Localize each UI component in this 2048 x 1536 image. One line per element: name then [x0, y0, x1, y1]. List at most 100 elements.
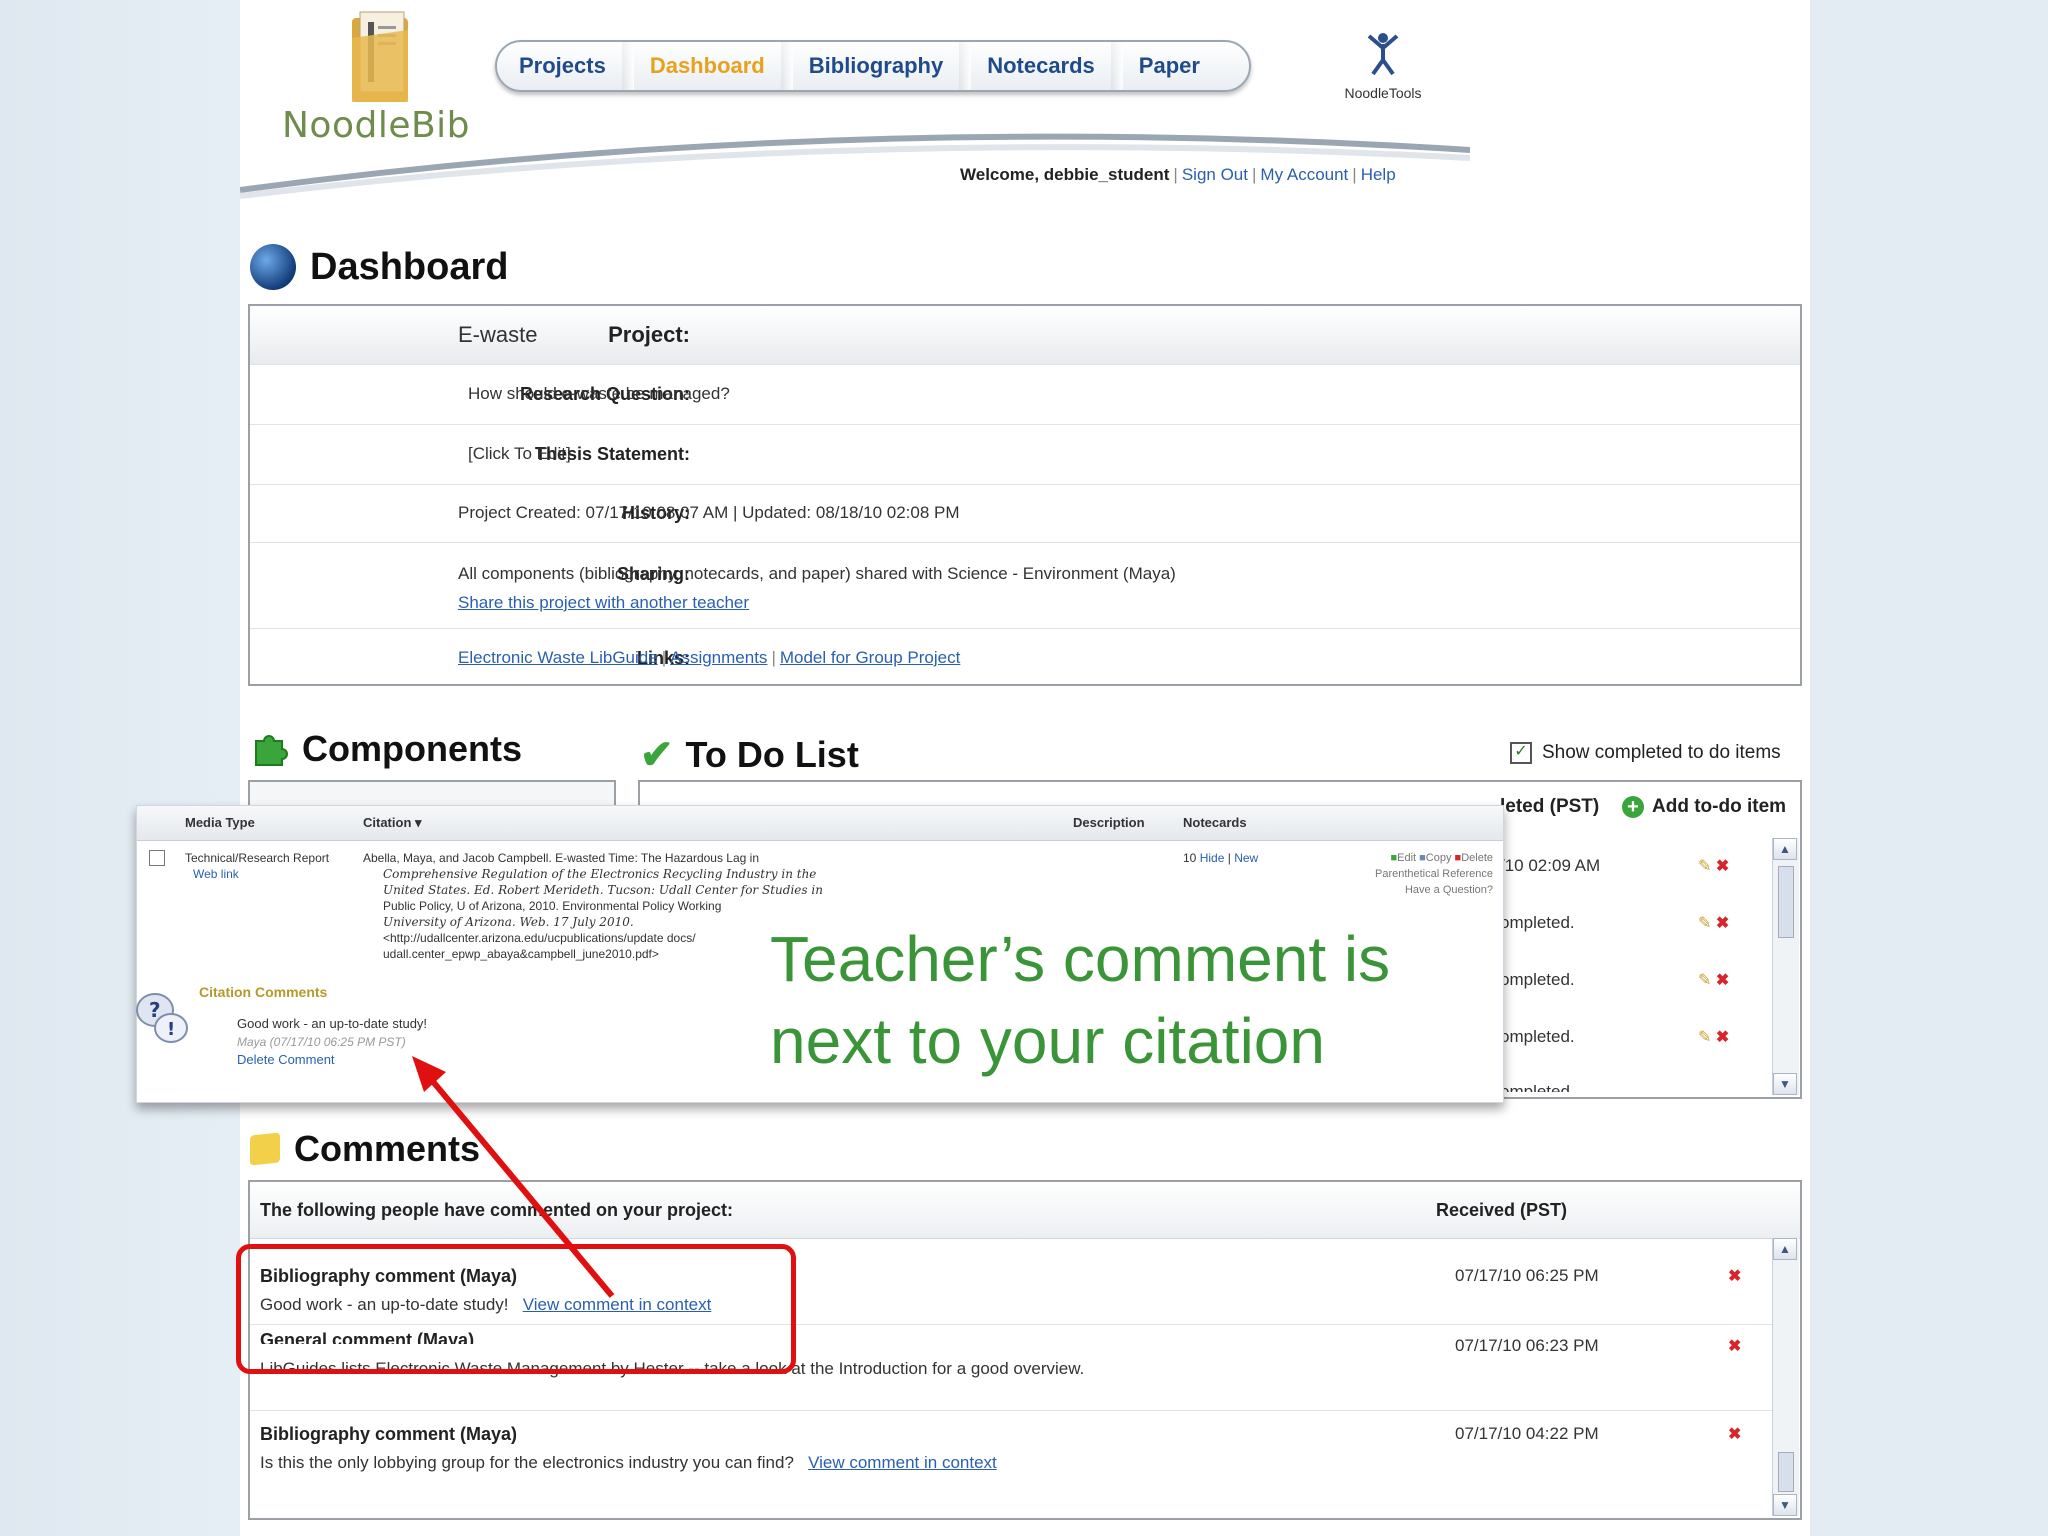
- my-account-link[interactable]: My Account: [1260, 165, 1348, 184]
- research-question-value[interactable]: How should e-waste be managed?: [468, 384, 730, 404]
- edit-action[interactable]: Edit: [1397, 852, 1416, 864]
- todo-completed-header: leted (PST): [1500, 796, 1600, 817]
- web-link[interactable]: Web link: [193, 866, 239, 882]
- citation-line: University of Arizona. Web. 17 July 2010…: [383, 915, 634, 929]
- citation-select-checkbox[interactable]: [149, 850, 165, 866]
- col-media-type[interactable]: Media Type: [185, 815, 255, 830]
- thesis-row: Thesis Statement: [Click To Edit]: [250, 424, 1800, 485]
- comment-item: Bibliography comment (Maya) Is this the …: [250, 1410, 1772, 1496]
- comments-header-row: The following people have commented on y…: [250, 1182, 1800, 1239]
- bibliography-table-header: Media Type Citation ▾ Description Noteca…: [137, 806, 1503, 841]
- delete-comment-x-icon[interactable]: ✖: [1728, 1424, 1741, 1444]
- history-value: Project Created: 07/17/10 08:07 AM | Upd…: [458, 503, 960, 522]
- comments-header-received: Received (PST): [1436, 1200, 1568, 1220]
- dashboard-title: Dashboard: [310, 245, 509, 288]
- parenthetical-reference-link[interactable]: Parenthetical Reference: [1343, 866, 1493, 882]
- main-nav: Projects Dashboard Bibliography Notecard…: [495, 40, 1251, 92]
- research-question-row: Research Question: How should e-waste be…: [250, 364, 1800, 425]
- scroll-down-icon[interactable]: ▼: [1773, 1073, 1797, 1095]
- dashboard-heading: Dashboard: [250, 244, 508, 290]
- links-row: Links: Electronic Waste LibGuide | Assignm…: [250, 628, 1800, 684]
- pencil-icon[interactable]: ✎: [1698, 915, 1711, 932]
- col-citation[interactable]: Citation ▾: [363, 815, 422, 831]
- links-list: Electronic Waste LibGuide | Assignments | Mo…: [458, 648, 961, 667]
- delete-x-icon[interactable]: ✖: [1716, 1029, 1729, 1046]
- delete-comment-x-icon[interactable]: ✖: [1728, 1336, 1741, 1356]
- scroll-thumb[interactable]: [1778, 1452, 1794, 1492]
- comment-date: 07/17/10 06:25 PM: [1455, 1266, 1599, 1285]
- delete-x-icon[interactable]: ✖: [1716, 972, 1729, 989]
- comments-header-left: The following people have commented on y…: [260, 1200, 734, 1220]
- nav-dashboard[interactable]: Dashboard: [628, 42, 793, 90]
- help-link[interactable]: Help: [1361, 165, 1396, 184]
- delete-x-icon[interactable]: ✖: [1716, 858, 1729, 875]
- nav-notecards-label: Notecards: [987, 53, 1095, 78]
- citation-comments-title: Citation Comments: [199, 984, 328, 1000]
- citation-actions: ■Edit ■Copy ■Delete Parenthetical Refere…: [1343, 850, 1493, 898]
- project-name[interactable]: E-waste: [458, 322, 537, 348]
- nav-notecards[interactable]: Notecards: [965, 42, 1123, 90]
- checkmark-icon: ✔: [640, 733, 674, 777]
- sign-out-link[interactable]: Sign Out: [1182, 165, 1248, 184]
- citation-text: Abella, Maya, and Jacob Campbell. E-wast…: [363, 850, 833, 962]
- citation-line: Abella, Maya, and Jacob Campbell. E-wast…: [363, 851, 759, 865]
- delete-comment-link[interactable]: Delete Comment: [237, 1052, 335, 1068]
- copy-action[interactable]: Copy: [1426, 852, 1452, 864]
- todo-row: ompleted.: [1500, 913, 1575, 932]
- hide-notecards-link[interactable]: Hide: [1200, 851, 1225, 865]
- scroll-up-icon[interactable]: ▲: [1773, 1238, 1797, 1260]
- components-heading: Components: [250, 728, 522, 770]
- show-completed-toggle[interactable]: ✓ Show completed to do items: [1510, 742, 1781, 764]
- thesis-value[interactable]: [Click To Edit]: [468, 444, 571, 464]
- sharing-value: All components (bibliography, notecards,…: [458, 564, 1176, 583]
- citation-line: Public Policy, U of Arizona, 2010. Envir…: [383, 899, 722, 913]
- delete-x-icon[interactable]: ✖: [1716, 915, 1729, 932]
- svg-text:!: !: [167, 1019, 175, 1040]
- noodletools-label: NoodleTools: [1344, 85, 1422, 101]
- share-project-link[interactable]: Share this project with another teacher: [458, 593, 749, 613]
- pencil-icon[interactable]: ✎: [1698, 858, 1711, 875]
- todo-actions: ✎ ✖: [1698, 1027, 1729, 1047]
- scroll-down-icon[interactable]: ▼: [1773, 1494, 1797, 1516]
- delete-action[interactable]: Delete: [1461, 852, 1493, 864]
- model-group-project-link[interactable]: Model for Group Project: [780, 648, 960, 667]
- show-completed-label: Show completed to do items: [1542, 742, 1781, 763]
- callout-text: Teacher’s comment is next to your citati…: [770, 918, 1390, 1082]
- todo-row: ompleted.: [1500, 1027, 1575, 1046]
- delete-comment-x-icon[interactable]: ✖: [1728, 1266, 1741, 1286]
- new-notecard-link[interactable]: New: [1234, 851, 1258, 865]
- noodlebib-logo[interactable]: NoodleBib: [282, 105, 470, 146]
- pencil-icon[interactable]: ✎: [1698, 1029, 1711, 1046]
- scroll-thumb[interactable]: [1778, 866, 1794, 938]
- show-completed-checkbox[interactable]: ✓: [1510, 742, 1532, 764]
- todo-scrollbar[interactable]: ▲ ▼: [1772, 838, 1799, 1095]
- comments-heading: Comments: [250, 1128, 480, 1170]
- view-comment-in-context-link[interactable]: View comment in context: [808, 1453, 997, 1472]
- citation-line: Comprehensive Regulation of the Electron…: [383, 867, 817, 881]
- add-todo-label: Add to-do item: [1652, 796, 1787, 817]
- assignments-link[interactable]: Assignments: [670, 648, 767, 667]
- noodletools-figure-icon: [1367, 33, 1399, 76]
- scroll-up-icon[interactable]: ▲: [1773, 838, 1797, 860]
- sharing-row: Sharing: All components (bibliography, n…: [250, 542, 1800, 629]
- globe-icon: [250, 244, 296, 290]
- comments-title: Comments: [294, 1128, 481, 1169]
- nav-paper[interactable]: Paper: [1117, 42, 1222, 90]
- comments-scrollbar[interactable]: ▲ ▼: [1772, 1238, 1799, 1516]
- nav-projects[interactable]: Projects: [497, 42, 634, 90]
- project-row: Project: E-waste: [250, 306, 1800, 365]
- add-todo-button[interactable]: + Add to-do item: [1622, 796, 1786, 818]
- citation-line: United States. Ed. Robert Merideth. Tucs…: [383, 883, 823, 897]
- welcome-bar: Welcome, debbie_student | Sign Out | My Acco…: [960, 165, 1396, 184]
- have-question-link[interactable]: Have a Question?: [1343, 882, 1493, 898]
- comment-body: Is this the only lobbying group for the …: [260, 1453, 997, 1473]
- nav-bibliography[interactable]: Bibliography: [787, 42, 972, 90]
- callout-line-2: next to your citation: [770, 1005, 1325, 1077]
- copy-icon: ■: [1419, 852, 1426, 864]
- col-notecards[interactable]: Notecards: [1183, 815, 1247, 830]
- col-description[interactable]: Description: [1073, 815, 1145, 830]
- libguide-link[interactable]: Electronic Waste LibGuide: [458, 648, 658, 667]
- pencil-icon[interactable]: ✎: [1698, 972, 1711, 989]
- citation-comment-meta: Maya (07/17/10 06:25 PM PST): [237, 1035, 406, 1049]
- noodletools-logo[interactable]: NoodleTools: [1328, 32, 1438, 102]
